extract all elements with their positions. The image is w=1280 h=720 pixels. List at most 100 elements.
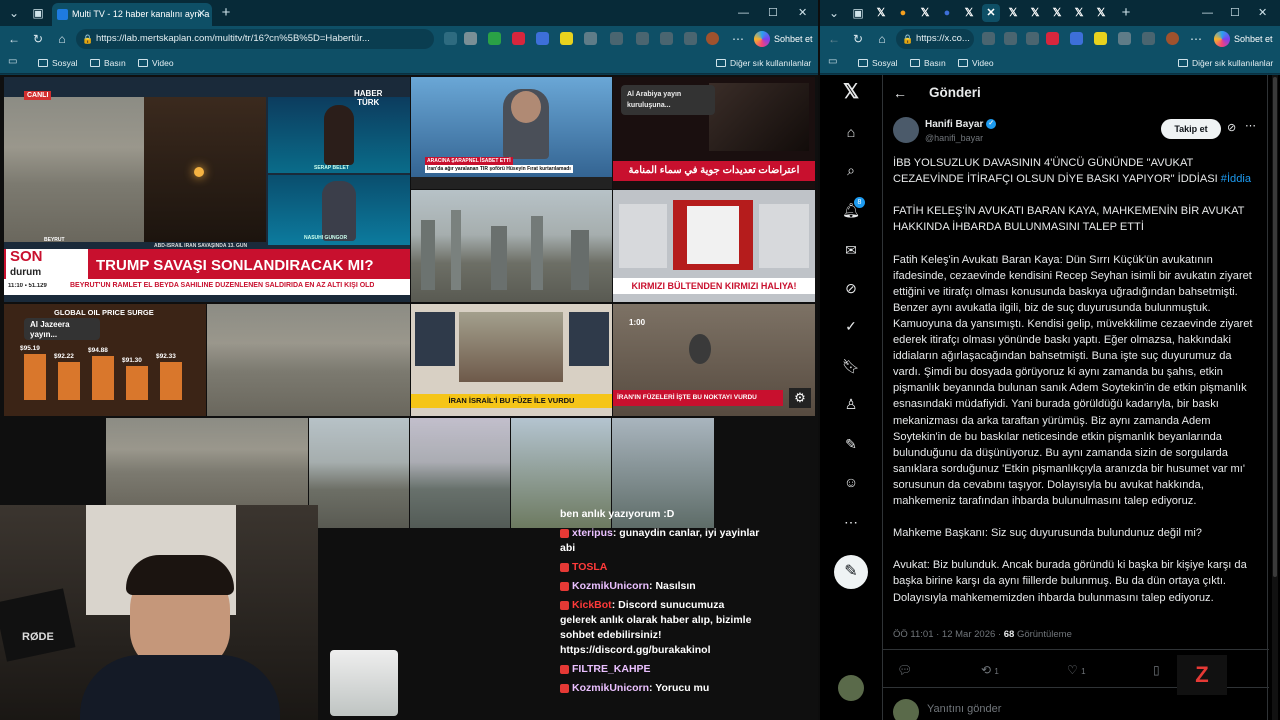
grok-explain-icon[interactable]: ⊘ bbox=[1227, 121, 1236, 134]
tv-cnnturk[interactable]: ARACINA ŞARAPNEL İSABET ETTİ İran'da ağı… bbox=[411, 77, 612, 189]
back-icon[interactable]: ← bbox=[6, 31, 22, 47]
address-bar[interactable]: 🔒 https://lab.mertskaplan.com/multitv/tr… bbox=[76, 29, 434, 49]
copilot-chat-button[interactable]: Sohbet et bbox=[1214, 30, 1273, 48]
back-arrow-icon[interactable]: ← bbox=[893, 85, 907, 101]
tab-x-2[interactable]: 𝕏 bbox=[916, 4, 934, 22]
tab-x-3[interactable]: 𝕏 bbox=[960, 4, 978, 22]
tab-x-8[interactable]: 𝕏 bbox=[1092, 4, 1110, 22]
x-logo-icon[interactable]: 𝕏 bbox=[842, 82, 860, 102]
new-tab-icon[interactable]: + bbox=[1118, 5, 1134, 21]
retweet-icon[interactable]: ⟲ 1 bbox=[981, 663, 999, 677]
tv-city-haze[interactable] bbox=[207, 304, 410, 416]
new-tab-icon[interactable]: + bbox=[218, 5, 234, 21]
hashtag-link[interactable]: #İddia bbox=[1221, 173, 1251, 185]
compose-post-button[interactable]: ✎ bbox=[834, 555, 868, 589]
bookmark-video[interactable]: Video bbox=[958, 56, 994, 70]
reply-icon[interactable]: 💬︎ bbox=[897, 663, 912, 677]
copilot-chat-button[interactable]: Sohbet et bbox=[754, 30, 813, 48]
alarabiya-popup[interactable]: Al Arabiya yayın kuruluşuna... bbox=[621, 85, 715, 115]
workspaces-icon[interactable]: ▣ bbox=[30, 5, 46, 21]
minimize-icon[interactable]: — bbox=[738, 0, 749, 26]
bookmark-sosyal[interactable]: Sosyal bbox=[38, 56, 78, 70]
author-name[interactable]: Hanifi Bayar ✓ bbox=[925, 119, 997, 130]
read-aloud-icon[interactable] bbox=[444, 32, 457, 45]
home-icon[interactable]: ⌂ bbox=[842, 123, 860, 141]
profile-avatar[interactable] bbox=[706, 32, 719, 45]
bookmark-sosyal[interactable]: Sosyal bbox=[858, 56, 898, 70]
tv-aljazeera[interactable]: GLOBAL OIL PRICE SURGE Al Jazeera yayın.… bbox=[4, 304, 206, 416]
sidebar-toggle-icon[interactable]: ▭ bbox=[8, 56, 17, 67]
tv-kirmizi-bulten[interactable]: KIRMIZI BÜLTENDEN KIRMIZI HALIYA! bbox=[613, 190, 815, 302]
translate-icon[interactable] bbox=[1070, 32, 1083, 45]
back-icon[interactable]: ← bbox=[826, 31, 842, 47]
bookmark-video[interactable]: Video bbox=[138, 56, 174, 70]
favorites-icon[interactable] bbox=[636, 32, 649, 45]
settings-icon[interactable]: ⚙ bbox=[789, 388, 811, 408]
post-timestamp[interactable]: ÖÖ 11:01 · 12 Mar 2026 · bbox=[893, 629, 1001, 640]
profile-avatar[interactable] bbox=[1166, 32, 1179, 45]
refresh-icon[interactable]: ↻ bbox=[30, 31, 46, 47]
bookmarks-icon[interactable]: 🔖︎ bbox=[842, 357, 860, 375]
verified-icon[interactable]: ✓ bbox=[842, 317, 860, 335]
tv-skyline[interactable] bbox=[411, 190, 612, 302]
bookmark-basin[interactable]: Basın bbox=[90, 56, 126, 70]
communities-icon[interactable]: ✎ bbox=[842, 435, 860, 453]
close-tab-icon[interactable]: ✕ bbox=[197, 3, 206, 26]
split-screen-icon[interactable] bbox=[1142, 32, 1155, 45]
bookmark-basin[interactable]: Basın bbox=[910, 56, 946, 70]
tab-x-7[interactable]: 𝕏 bbox=[1070, 4, 1088, 22]
grok-icon[interactable]: ⊘ bbox=[842, 279, 860, 297]
tab-x-1[interactable]: 𝕏 bbox=[872, 4, 890, 22]
account-avatar[interactable] bbox=[838, 675, 864, 701]
jobs-icon[interactable]: ♙ bbox=[842, 395, 860, 413]
tv-small-2[interactable] bbox=[410, 418, 510, 528]
collections-icon[interactable] bbox=[660, 32, 673, 45]
tv-haberturk[interactable]: CANLI HABER TÜRK SERAP BELET NASUHİ GÜNGÖ… bbox=[4, 77, 410, 302]
tab-actions-icon[interactable]: ⌄ bbox=[6, 5, 22, 21]
tab-other-1[interactable]: ● bbox=[894, 4, 912, 22]
extension-puzzle-icon[interactable] bbox=[1118, 32, 1131, 45]
tab-other-2[interactable]: ● bbox=[938, 4, 956, 22]
tab-x-4[interactable]: 𝕏 bbox=[1004, 4, 1022, 22]
post-more-icon[interactable]: ⋯ bbox=[1245, 119, 1256, 132]
author-handle[interactable]: @hanifi_bayar bbox=[925, 133, 983, 143]
address-bar[interactable]: 🔒 https://x.co... bbox=[896, 29, 974, 49]
home-icon[interactable]: ⌂ bbox=[874, 31, 890, 47]
extension-puzzle-icon[interactable] bbox=[584, 32, 597, 45]
more-menu-icon[interactable]: ⋯ bbox=[1188, 31, 1204, 47]
messages-icon[interactable]: ✉ bbox=[842, 241, 860, 259]
like-icon[interactable]: ♡ 1 bbox=[1067, 663, 1086, 677]
more-icon[interactable]: ⋯ bbox=[842, 513, 860, 531]
tv-iran-fuze[interactable]: 1:00 İRAN'IN FÜZELERİ İŞTE BU NOKTAYI VU… bbox=[613, 304, 815, 416]
favorite-star-icon[interactable] bbox=[1026, 32, 1039, 45]
reply-input[interactable]: Yanıtını gönder bbox=[927, 703, 1001, 715]
maximize-icon[interactable]: ☐ bbox=[1230, 0, 1240, 26]
extension-icon[interactable] bbox=[1004, 32, 1017, 45]
extension-red-icon[interactable] bbox=[512, 32, 525, 45]
sidebar-toggle-icon[interactable]: ▭ bbox=[828, 56, 837, 67]
read-aloud-icon[interactable] bbox=[982, 32, 995, 45]
profile-icon[interactable]: ☺ bbox=[842, 473, 860, 491]
bookmark-post-icon[interactable]: ▯ bbox=[1153, 663, 1160, 677]
scrollbar-thumb[interactable] bbox=[1273, 77, 1277, 577]
tab-actions-icon[interactable]: ⌄ bbox=[826, 5, 842, 21]
translate-icon[interactable] bbox=[536, 32, 549, 45]
tab-x-5[interactable]: 𝕏 bbox=[1026, 4, 1044, 22]
extension-yellow-icon[interactable] bbox=[560, 32, 573, 45]
extension-icon[interactable] bbox=[464, 32, 477, 45]
minimize-icon[interactable]: — bbox=[1202, 0, 1213, 26]
scrollbar[interactable] bbox=[1272, 75, 1278, 720]
more-menu-icon[interactable]: ⋯ bbox=[730, 31, 746, 47]
tv-alarabiya[interactable]: Al Arabiya yayın kuruluşuna... اعتراضات … bbox=[613, 77, 815, 189]
maximize-icon[interactable]: ☐ bbox=[768, 0, 778, 26]
screenshot-icon[interactable] bbox=[684, 32, 697, 45]
tab-x-active[interactable]: ✕ bbox=[982, 4, 1000, 22]
refresh-icon[interactable]: ↻ bbox=[850, 31, 866, 47]
bookmark-other-favorites[interactable]: Diğer sık kullanılanlar bbox=[1178, 56, 1273, 70]
close-window-icon[interactable]: ✕ bbox=[1258, 0, 1267, 26]
tab-multitv[interactable]: Multi TV - 12 haber kanalını aynı a ✕ bbox=[52, 3, 212, 26]
close-window-icon[interactable]: ✕ bbox=[798, 0, 807, 26]
workspaces-icon[interactable]: ▣ bbox=[850, 5, 866, 21]
tv-city-panorama[interactable] bbox=[106, 418, 308, 508]
search-icon[interactable]: ⌕ bbox=[842, 161, 860, 179]
